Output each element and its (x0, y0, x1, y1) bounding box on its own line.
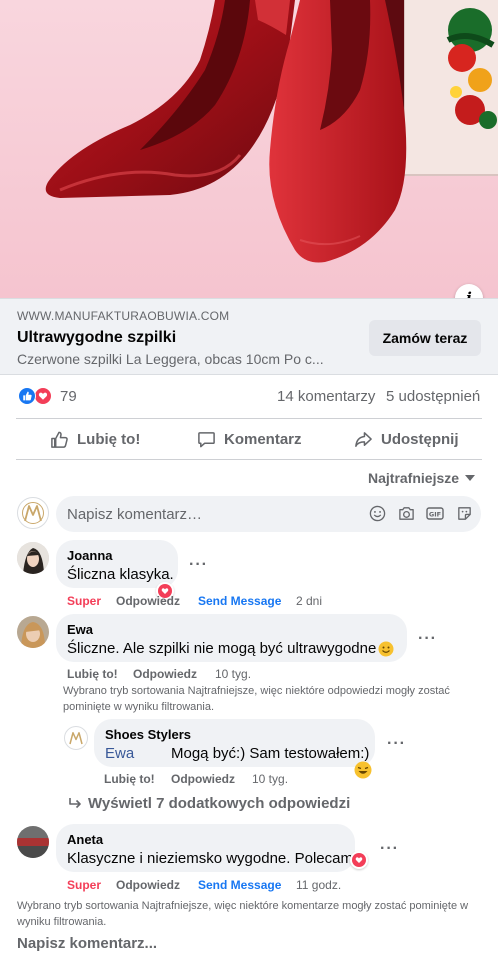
speech-bubble-icon (198, 431, 215, 447)
like-link[interactable]: Lubię to! (104, 772, 155, 786)
comment-timestamp[interactable]: 2 dni (296, 594, 322, 608)
share-arrow-icon (355, 431, 372, 447)
comment-author[interactable]: Ewa (67, 622, 93, 637)
avatar[interactable] (17, 826, 49, 858)
reply-link[interactable]: Odpowiedz (171, 772, 235, 786)
divider (16, 418, 482, 419)
comment-author[interactable]: Aneta (67, 832, 103, 847)
reaction-count[interactable]: 79 (60, 388, 77, 405)
ad-image[interactable] (0, 0, 498, 298)
order-now-button[interactable]: Zamów teraz (369, 320, 481, 356)
share-button[interactable]: Udostępnij (354, 420, 459, 458)
thumbs-up-icon (51, 431, 68, 448)
gif-icon[interactable]: GIF (426, 504, 444, 522)
reply-link[interactable]: Odpowiedz (116, 878, 180, 892)
link-preview[interactable]: WWW.MANUFAKTURAOBUWIA.COM Ultrawygodne s… (0, 298, 498, 375)
super-reaction-link[interactable]: Super (67, 594, 101, 608)
comment-input-placeholder: Napisz komentarz… (67, 506, 203, 523)
write-comment-link[interactable]: Napisz komentarz... (17, 935, 157, 952)
avatar[interactable] (64, 726, 88, 750)
reply-arrow-icon (69, 797, 81, 808)
link-description: Czerwone szpilki La Leggera, obcas 10cm … (17, 351, 324, 367)
more-options-icon[interactable]: ··· (380, 840, 399, 858)
avatar[interactable] (17, 616, 49, 648)
like-label: Lubię to! (77, 430, 141, 448)
send-message-link[interactable]: Send Message (198, 878, 281, 892)
reply-author[interactable]: Shoes Stylers (105, 727, 191, 742)
comment-author[interactable]: Joanna (67, 548, 113, 563)
divider (16, 459, 482, 460)
comment-text: Śliczne. Ale szpilki nie mogą być ultraw… (67, 640, 377, 657)
caret-down-icon (465, 475, 476, 481)
share-label: Udostępnij (381, 430, 459, 448)
svg-text:GIF: GIF (429, 510, 441, 518)
send-message-link[interactable]: Send Message (198, 594, 281, 608)
more-options-icon[interactable]: ··· (387, 735, 406, 753)
comment-button[interactable]: Komentarz (197, 420, 302, 458)
handbag-shape (403, 0, 498, 176)
view-more-replies-label: Wyświetl 7 dodatkowych odpowiedzi (88, 795, 351, 812)
like-reaction-icon[interactable] (18, 387, 36, 405)
comment-bubble: Ewa Śliczne. Ale szpilki nie mogą być ul… (56, 614, 407, 662)
laughing-emoji-icon[interactable] (354, 761, 372, 779)
more-options-icon[interactable]: ··· (418, 630, 437, 648)
reply-timestamp[interactable]: 10 tyg. (252, 772, 288, 786)
more-options-icon[interactable]: ··· (189, 556, 208, 574)
comment-bubble: Aneta Klasyczne i nieziemsko wygodne. Po… (56, 824, 355, 872)
comment-input[interactable]: Napisz komentarz… GIF (56, 496, 481, 532)
smiley-icon[interactable] (368, 504, 386, 522)
avatar[interactable] (17, 542, 49, 574)
comment-bubble: Joanna Śliczna klasyka. (56, 540, 178, 588)
brand-logo-icon (69, 732, 83, 745)
sort-label: Najtrafniejsze (368, 470, 460, 486)
reaction-stats: 79 14 komentarzy 5 udostępnień (0, 376, 498, 418)
page-avatar[interactable] (17, 497, 49, 529)
action-bar: Lubię to! Komentarz Udostępnij (0, 420, 498, 458)
reply-text: Mogą być:) Sam testowałem:) (171, 745, 370, 762)
sticker-icon[interactable] (455, 504, 473, 522)
love-reaction-icon[interactable] (34, 387, 52, 405)
camera-icon[interactable] (397, 504, 415, 522)
super-reaction-link[interactable]: Super (67, 878, 101, 892)
like-button[interactable]: Lubię to! (50, 420, 140, 458)
comment-text: Klasyczne i nieziemsko wygodne. Polecam (67, 850, 353, 867)
filter-note: Wybrano tryb sortowania Najtrafniejsze, … (63, 685, 450, 713)
reply-mention[interactable]: Ewa (105, 745, 134, 762)
share-count[interactable]: 5 udostępnień (386, 388, 480, 405)
comment-text: Śliczna klasyka. (67, 566, 174, 583)
like-link[interactable]: Lubię to! (67, 667, 118, 681)
smile-emoji-icon (378, 641, 394, 657)
comment-count[interactable]: 14 komentarzy (277, 388, 375, 405)
love-reaction-icon[interactable] (350, 851, 368, 869)
brand-logo-icon (22, 502, 44, 524)
sort-dropdown[interactable]: Najtrafniejsze (368, 470, 476, 486)
reply-link[interactable]: Odpowiedz (116, 594, 180, 608)
reply-bubble: Shoes Stylers Ewa Mogą być:) Sam testowa… (94, 719, 375, 767)
view-more-replies-link[interactable]: Wyświetl 7 dodatkowych odpowiedzi (68, 795, 350, 812)
filter-note: Wybrano tryb sortowania Najtrafniejsze, … (17, 900, 469, 928)
link-domain: WWW.MANUFAKTURAOBUWIA.COM (17, 309, 230, 323)
comment-timestamp[interactable]: 10 tyg. (215, 667, 251, 681)
comment-label: Komentarz (224, 430, 302, 448)
link-title[interactable]: Ultrawygodne szpilki (17, 329, 176, 347)
reply-link[interactable]: Odpowiedz (133, 667, 197, 681)
comment-timestamp[interactable]: 11 godz. (296, 878, 341, 892)
